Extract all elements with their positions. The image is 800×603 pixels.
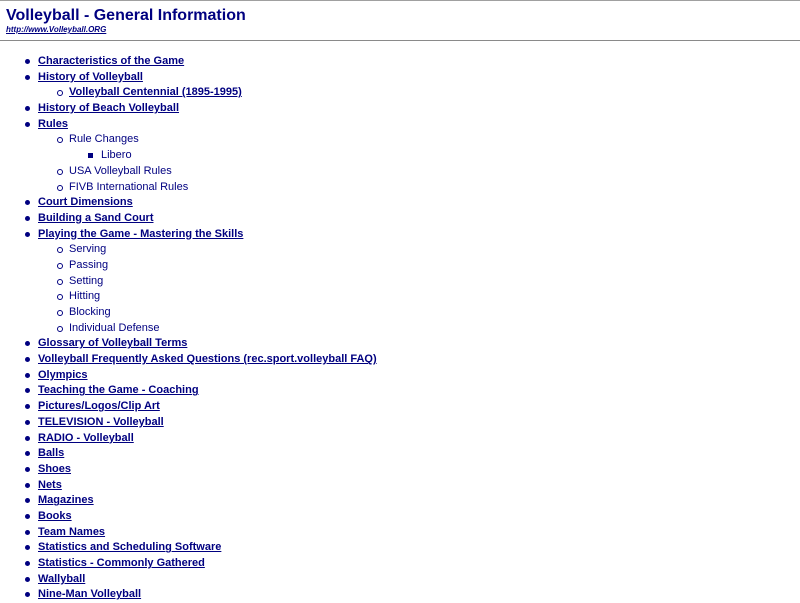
subtopic-label: Passing — [69, 258, 109, 271]
circle-bullet-icon — [57, 325, 63, 332]
subtopic-label: Blocking — [69, 306, 111, 318]
topic-link[interactable]: RADIO - Volleyball — [38, 431, 134, 447]
subtopic-label: USA Volleyball Rules — [69, 164, 172, 177]
header-divider — [0, 40, 800, 41]
disc-bullet-icon — [25, 372, 30, 378]
subtopic-label: FIVB International Rules — [69, 180, 189, 193]
disc-bullet-icon — [25, 592, 30, 598]
disc-bullet-icon — [25, 419, 30, 425]
disc-bullet-icon — [25, 74, 30, 80]
site-url-link[interactable]: http://www.Volleyball.ORG — [6, 25, 246, 35]
circle-bullet-icon — [57, 90, 63, 97]
topic-link[interactable]: Court Dimensions — [38, 195, 133, 211]
topic-link[interactable]: Teaching the Game - Coaching — [38, 383, 199, 399]
disc-bullet-icon — [25, 121, 30, 127]
circle-bullet-icon — [57, 184, 63, 191]
topic-link[interactable]: History of Volleyball — [38, 70, 143, 86]
disc-bullet-icon — [25, 576, 30, 582]
disc-bullet-icon — [25, 59, 30, 64]
circle-bullet-icon — [57, 168, 63, 175]
disc-bullet-icon — [25, 451, 30, 457]
disc-bullet-icon — [25, 513, 30, 519]
subtopic-label: Hitting — [69, 290, 101, 303]
subtopic-label: Rule Changes — [69, 133, 139, 146]
circle-bullet-icon — [57, 137, 63, 144]
top-border — [0, 0, 800, 1]
topic-link[interactable]: Building a Sand Court — [38, 211, 154, 227]
page-title: Volleyball - General Information — [6, 7, 246, 24]
disc-bullet-icon — [25, 561, 30, 566]
topic-link[interactable]: Statistics and Scheduling Software — [38, 540, 221, 556]
topic-link[interactable]: Volleyball Centennial (1895-1995) — [69, 85, 242, 101]
disc-bullet-icon — [25, 357, 30, 363]
disc-bullet-icon — [25, 388, 30, 394]
disc-bullet-icon — [25, 435, 30, 441]
disc-bullet-icon — [25, 498, 30, 504]
circle-bullet-icon — [57, 278, 63, 285]
disc-bullet-icon — [25, 215, 30, 221]
circle-bullet-icon — [57, 310, 63, 316]
topic-link[interactable]: Magazines — [38, 493, 94, 509]
topic-link[interactable]: Rules — [38, 117, 68, 133]
square-bullet-icon — [88, 153, 93, 159]
topic-link[interactable]: TELEVISION - Volleyball — [38, 415, 164, 431]
topic-link[interactable]: Team Names — [38, 525, 105, 541]
subtopic-label: Serving — [69, 243, 107, 256]
topic-link[interactable]: History of Beach Volleyball — [38, 101, 179, 117]
topic-link[interactable]: Balls — [38, 446, 64, 462]
topic-link[interactable]: Volleyball Frequently Asked Questions (r… — [38, 352, 377, 368]
topic-link[interactable]: Pictures/Logos/Clip Art — [38, 399, 160, 415]
disc-bullet-icon — [25, 341, 30, 347]
page-header: Volleyball - General Information http://… — [6, 6, 246, 35]
circle-bullet-icon — [57, 247, 63, 254]
disc-bullet-icon — [25, 466, 30, 472]
disc-bullet-icon — [25, 529, 30, 535]
circle-bullet-icon — [57, 262, 63, 269]
topic-link[interactable]: Nine-Man Volleyball — [38, 587, 141, 603]
topic-link[interactable]: Characteristics of the Game — [38, 54, 184, 70]
subtopic-label: Libero — [101, 149, 132, 162]
topic-link[interactable]: Playing the Game - Mastering the Skills — [38, 227, 243, 243]
disc-bullet-icon — [25, 482, 30, 488]
topic-link[interactable]: Olympics — [38, 368, 88, 384]
subtopic-label: Individual Defense — [69, 321, 160, 334]
subtopic-label: Setting — [69, 274, 104, 287]
topic-link[interactable]: Glossary of Volleyball Terms — [38, 336, 187, 352]
topic-link[interactable]: Nets — [38, 478, 62, 494]
disc-bullet-icon — [25, 404, 30, 410]
disc-bullet-icon — [25, 106, 30, 112]
disc-bullet-icon — [25, 231, 30, 237]
topic-link[interactable]: Statistics - Commonly Gathered — [38, 556, 205, 572]
topic-link[interactable]: Wallyball — [38, 572, 85, 588]
circle-bullet-icon — [57, 294, 63, 301]
disc-bullet-icon — [25, 200, 30, 206]
disc-bullet-icon — [25, 545, 30, 551]
topic-link[interactable]: Shoes — [38, 462, 71, 478]
topic-link[interactable]: Books — [38, 509, 72, 525]
